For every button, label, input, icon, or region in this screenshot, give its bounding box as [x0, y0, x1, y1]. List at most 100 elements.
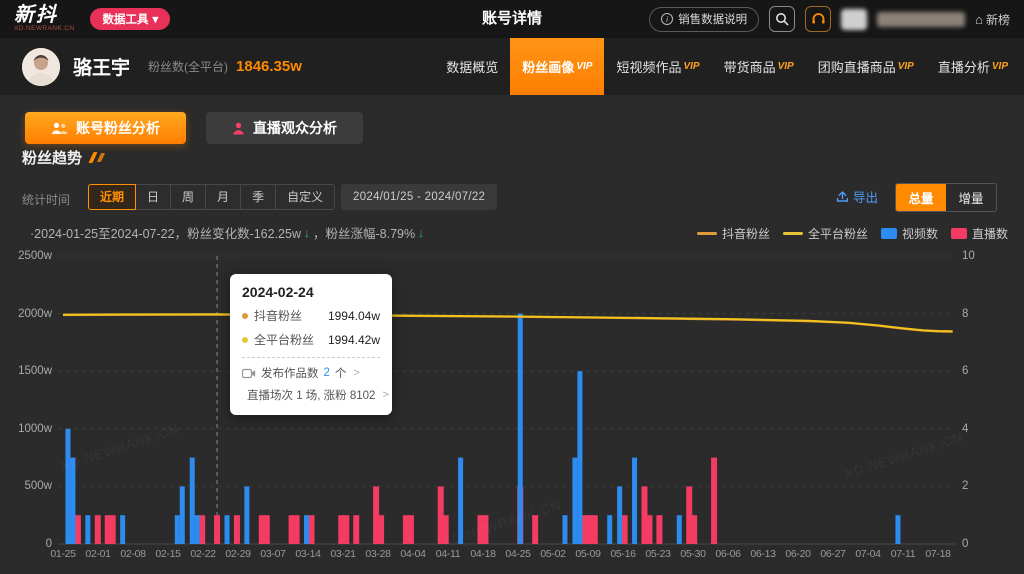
bar-直播数[interactable]	[264, 515, 270, 544]
data-tools-button[interactable]: 数据工具 ▾	[90, 8, 170, 30]
data-tools-label: 数据工具	[102, 11, 148, 27]
tooltip-live-link[interactable]: 直播场次 1 场, 涨粉 8102 >	[242, 387, 380, 403]
bar-视频数[interactable]	[677, 515, 682, 544]
bar-视频数[interactable]	[577, 371, 582, 544]
tooltip-row-douyin: 抖音粉丝 1994.04w	[242, 307, 380, 324]
bar-直播数[interactable]	[711, 458, 717, 544]
series-dot-icon	[242, 337, 248, 343]
bar-直播数[interactable]	[95, 515, 101, 544]
tab-带货商品[interactable]: 带货商品VIP	[712, 38, 806, 95]
secondary-axis-tick: 6	[962, 365, 968, 377]
bar-视频数[interactable]	[562, 515, 567, 544]
bar-直播数[interactable]	[646, 515, 652, 544]
bar-视频数[interactable]	[225, 515, 230, 544]
vip-badge: VIP	[576, 61, 592, 72]
legend-item-全平台粉丝[interactable]: 全平台粉丝	[783, 225, 868, 242]
export-button[interactable]: 导出	[836, 187, 878, 206]
bar-直播数[interactable]	[343, 515, 349, 544]
x-axis-tick: 02-22	[183, 548, 223, 560]
bar-视频数[interactable]	[304, 515, 309, 544]
account-avatar[interactable]	[22, 48, 60, 86]
secondary-axis-tick: 2	[962, 480, 968, 492]
top-header: 新抖 XD.NEWRANK.CN 数据工具 ▾ 账号详情 i 销售数据说明 ⌂ …	[0, 0, 1024, 38]
newrank-logo[interactable]: 新抖 XD.NEWRANK.CN	[14, 5, 74, 33]
summary-period: ·2024-01-25至2024-07-22	[30, 223, 175, 242]
x-axis-tick: 04-18	[463, 548, 503, 560]
x-axis-tick: 07-18	[918, 548, 958, 560]
newrank-home-link[interactable]: ⌂ 新榜	[975, 11, 1010, 28]
bar-视频数[interactable]	[632, 458, 637, 544]
secondary-axis-tick: 8	[962, 308, 968, 320]
time-option-月[interactable]: 月	[205, 184, 241, 210]
customer-service-button[interactable]	[805, 6, 831, 32]
sales-data-note-button[interactable]: i 销售数据说明	[649, 7, 759, 32]
bar-直播数[interactable]	[234, 515, 240, 544]
vip-badge: VIP	[992, 61, 1008, 72]
bar-视频数[interactable]	[617, 486, 622, 544]
bar-视频数[interactable]	[895, 515, 900, 544]
bar-视频数[interactable]	[85, 515, 90, 544]
account-name: 骆王宇	[73, 53, 130, 80]
x-axis-tick: 04-25	[498, 548, 538, 560]
summary-fans-rate: 粉丝涨幅-8.79%	[326, 223, 416, 242]
x-axis-tick: 05-02	[533, 548, 573, 560]
date-range-picker[interactable]: 2024/01/25 - 2024/07/22	[341, 184, 497, 210]
line-全平台粉丝[interactable]	[63, 314, 953, 331]
down-arrow-icon: ↓	[418, 226, 424, 240]
bar-视频数[interactable]	[175, 515, 180, 544]
bar-直播数[interactable]	[214, 515, 220, 544]
tab-团购直播商品[interactable]: 团购直播商品VIP	[806, 38, 926, 95]
bar-视频数[interactable]	[120, 515, 125, 544]
bar-视频数[interactable]	[572, 458, 577, 544]
bar-直播数[interactable]	[408, 515, 414, 544]
bar-视频数[interactable]	[190, 458, 195, 544]
x-axis-tick: 05-09	[568, 548, 608, 560]
x-axis-tick: 03-21	[323, 548, 363, 560]
bar-视频数[interactable]	[607, 515, 612, 544]
bar-直播数[interactable]	[353, 515, 359, 544]
trend-summary: ·2024-01-25至2024-07-22 ， 粉丝变化数-162.25w ↓…	[30, 223, 427, 242]
toggle-增量[interactable]: 增量	[946, 184, 996, 211]
tab-粉丝画像[interactable]: 粉丝画像VIP	[510, 38, 604, 95]
legend-item-直播数[interactable]: 直播数	[951, 225, 1008, 242]
bar-直播数[interactable]	[656, 515, 662, 544]
time-option-近期[interactable]: 近期	[88, 184, 136, 210]
tooltip-works-link[interactable]: 发布作品数2个 >	[242, 365, 380, 381]
bar-视频数[interactable]	[195, 515, 200, 544]
bar-视频数[interactable]	[244, 486, 249, 544]
bar-直播数[interactable]	[110, 515, 116, 544]
tab-数据概览[interactable]: 数据概览	[434, 38, 510, 95]
legend-item-视频数[interactable]: 视频数	[881, 225, 938, 242]
legend-item-抖音粉丝[interactable]: 抖音粉丝	[697, 225, 770, 242]
time-option-日[interactable]: 日	[135, 184, 171, 210]
y-axis-tick: 1000w	[2, 423, 52, 435]
bar-视频数[interactable]	[65, 429, 70, 544]
time-option-周[interactable]: 周	[170, 184, 206, 210]
tab-短视频作品[interactable]: 短视频作品VIP	[604, 38, 711, 95]
bar-直播数[interactable]	[592, 515, 598, 544]
x-axis-tick: 04-04	[393, 548, 433, 560]
user-avatar[interactable]	[841, 9, 867, 30]
x-axis-tick: 03-14	[288, 548, 328, 560]
bar-直播数[interactable]	[75, 515, 81, 544]
time-option-季[interactable]: 季	[240, 184, 276, 210]
subtab-账号粉丝分析[interactable]: 账号粉丝分析	[25, 112, 186, 144]
search-button[interactable]	[769, 6, 795, 32]
time-option-自定义[interactable]: 自定义	[275, 184, 335, 210]
bar-视频数[interactable]	[180, 486, 185, 544]
bar-直播数[interactable]	[691, 515, 697, 544]
tab-直播分析[interactable]: 直播分析VIP	[926, 38, 1020, 95]
section-title-fans-trend: 粉丝趋势	[22, 147, 103, 168]
x-axis-tick: 06-20	[778, 548, 818, 560]
bar-直播数[interactable]	[199, 515, 205, 544]
bar-直播数[interactable]	[309, 515, 315, 544]
bar-直播数[interactable]	[294, 515, 300, 544]
info-icon: i	[661, 13, 673, 25]
user-name-blurred	[877, 12, 965, 27]
subtab-直播观众分析[interactable]: 直播观众分析	[206, 112, 363, 144]
bar-直播数[interactable]	[378, 515, 384, 544]
account-bar: 骆王宇 粉丝数(全平台) 1846.35w 数据概览粉丝画像VIP短视频作品VI…	[0, 38, 1024, 95]
bar-直播数[interactable]	[622, 515, 628, 544]
secondary-axis-tick: 10	[962, 250, 975, 262]
toggle-总量[interactable]: 总量	[896, 184, 946, 211]
